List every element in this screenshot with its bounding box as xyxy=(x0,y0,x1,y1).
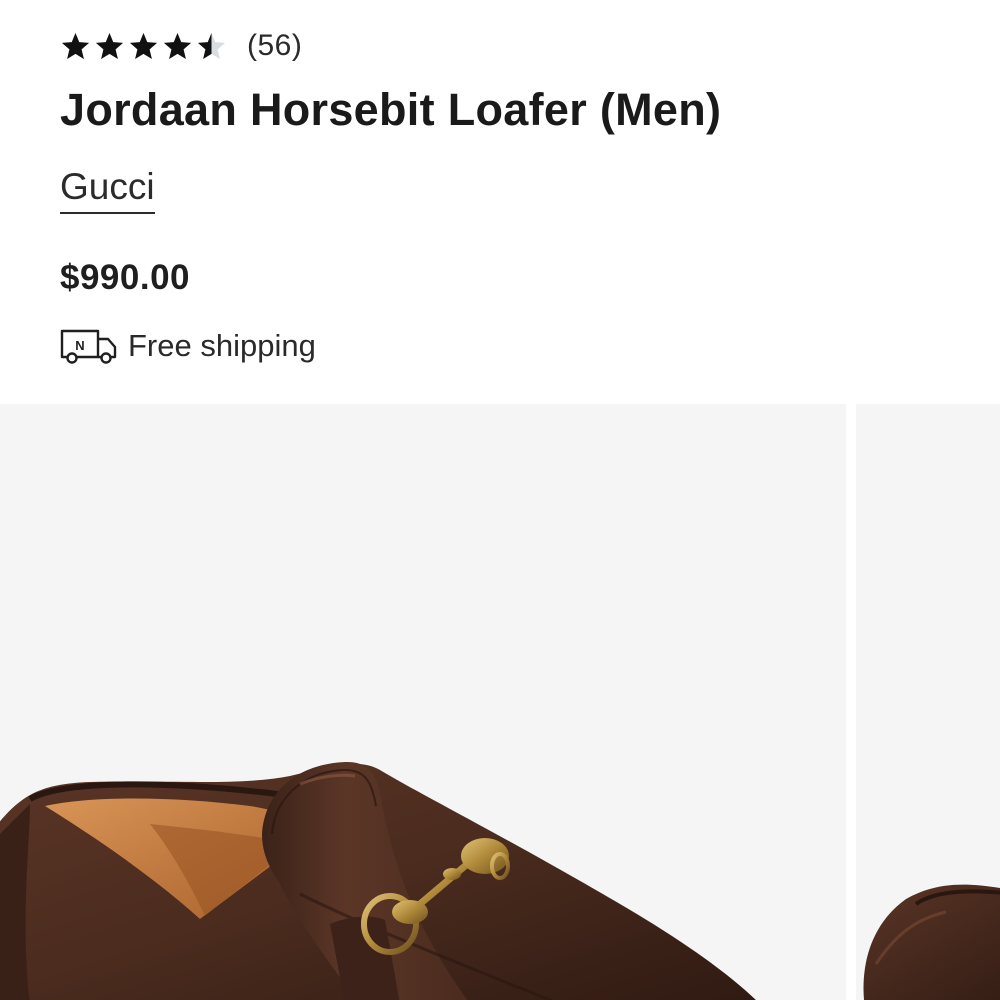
star-rating xyxy=(60,31,227,62)
product-title: Jordaan Horsebit Loafer (Men) xyxy=(60,84,722,135)
shipping-text: Free shipping xyxy=(128,328,316,363)
star-icon xyxy=(129,32,158,59)
star-icon xyxy=(61,32,90,59)
rating-row[interactable]: (56) xyxy=(60,28,302,64)
loafer-illustration-next xyxy=(863,884,1000,1000)
truck-icon-letter: N xyxy=(75,338,84,353)
loafer-illustration xyxy=(0,761,756,1000)
image-gallery[interactable] xyxy=(0,404,1000,1000)
star-icon xyxy=(197,32,226,59)
review-count-link[interactable]: (56) xyxy=(247,29,302,63)
product-price: $990.00 xyxy=(60,258,191,297)
star-icon xyxy=(95,32,124,59)
next-product-image[interactable] xyxy=(856,404,1000,1000)
truck-icon: N xyxy=(60,329,117,364)
main-product-image[interactable] xyxy=(0,404,846,1000)
brand-link[interactable]: Gucci xyxy=(60,166,155,214)
shipping-info: N Free shipping xyxy=(60,326,316,366)
star-icon xyxy=(163,32,192,59)
product-page: (56) Jordaan Horsebit Loafer (Men) Gucci… xyxy=(0,0,1000,1000)
